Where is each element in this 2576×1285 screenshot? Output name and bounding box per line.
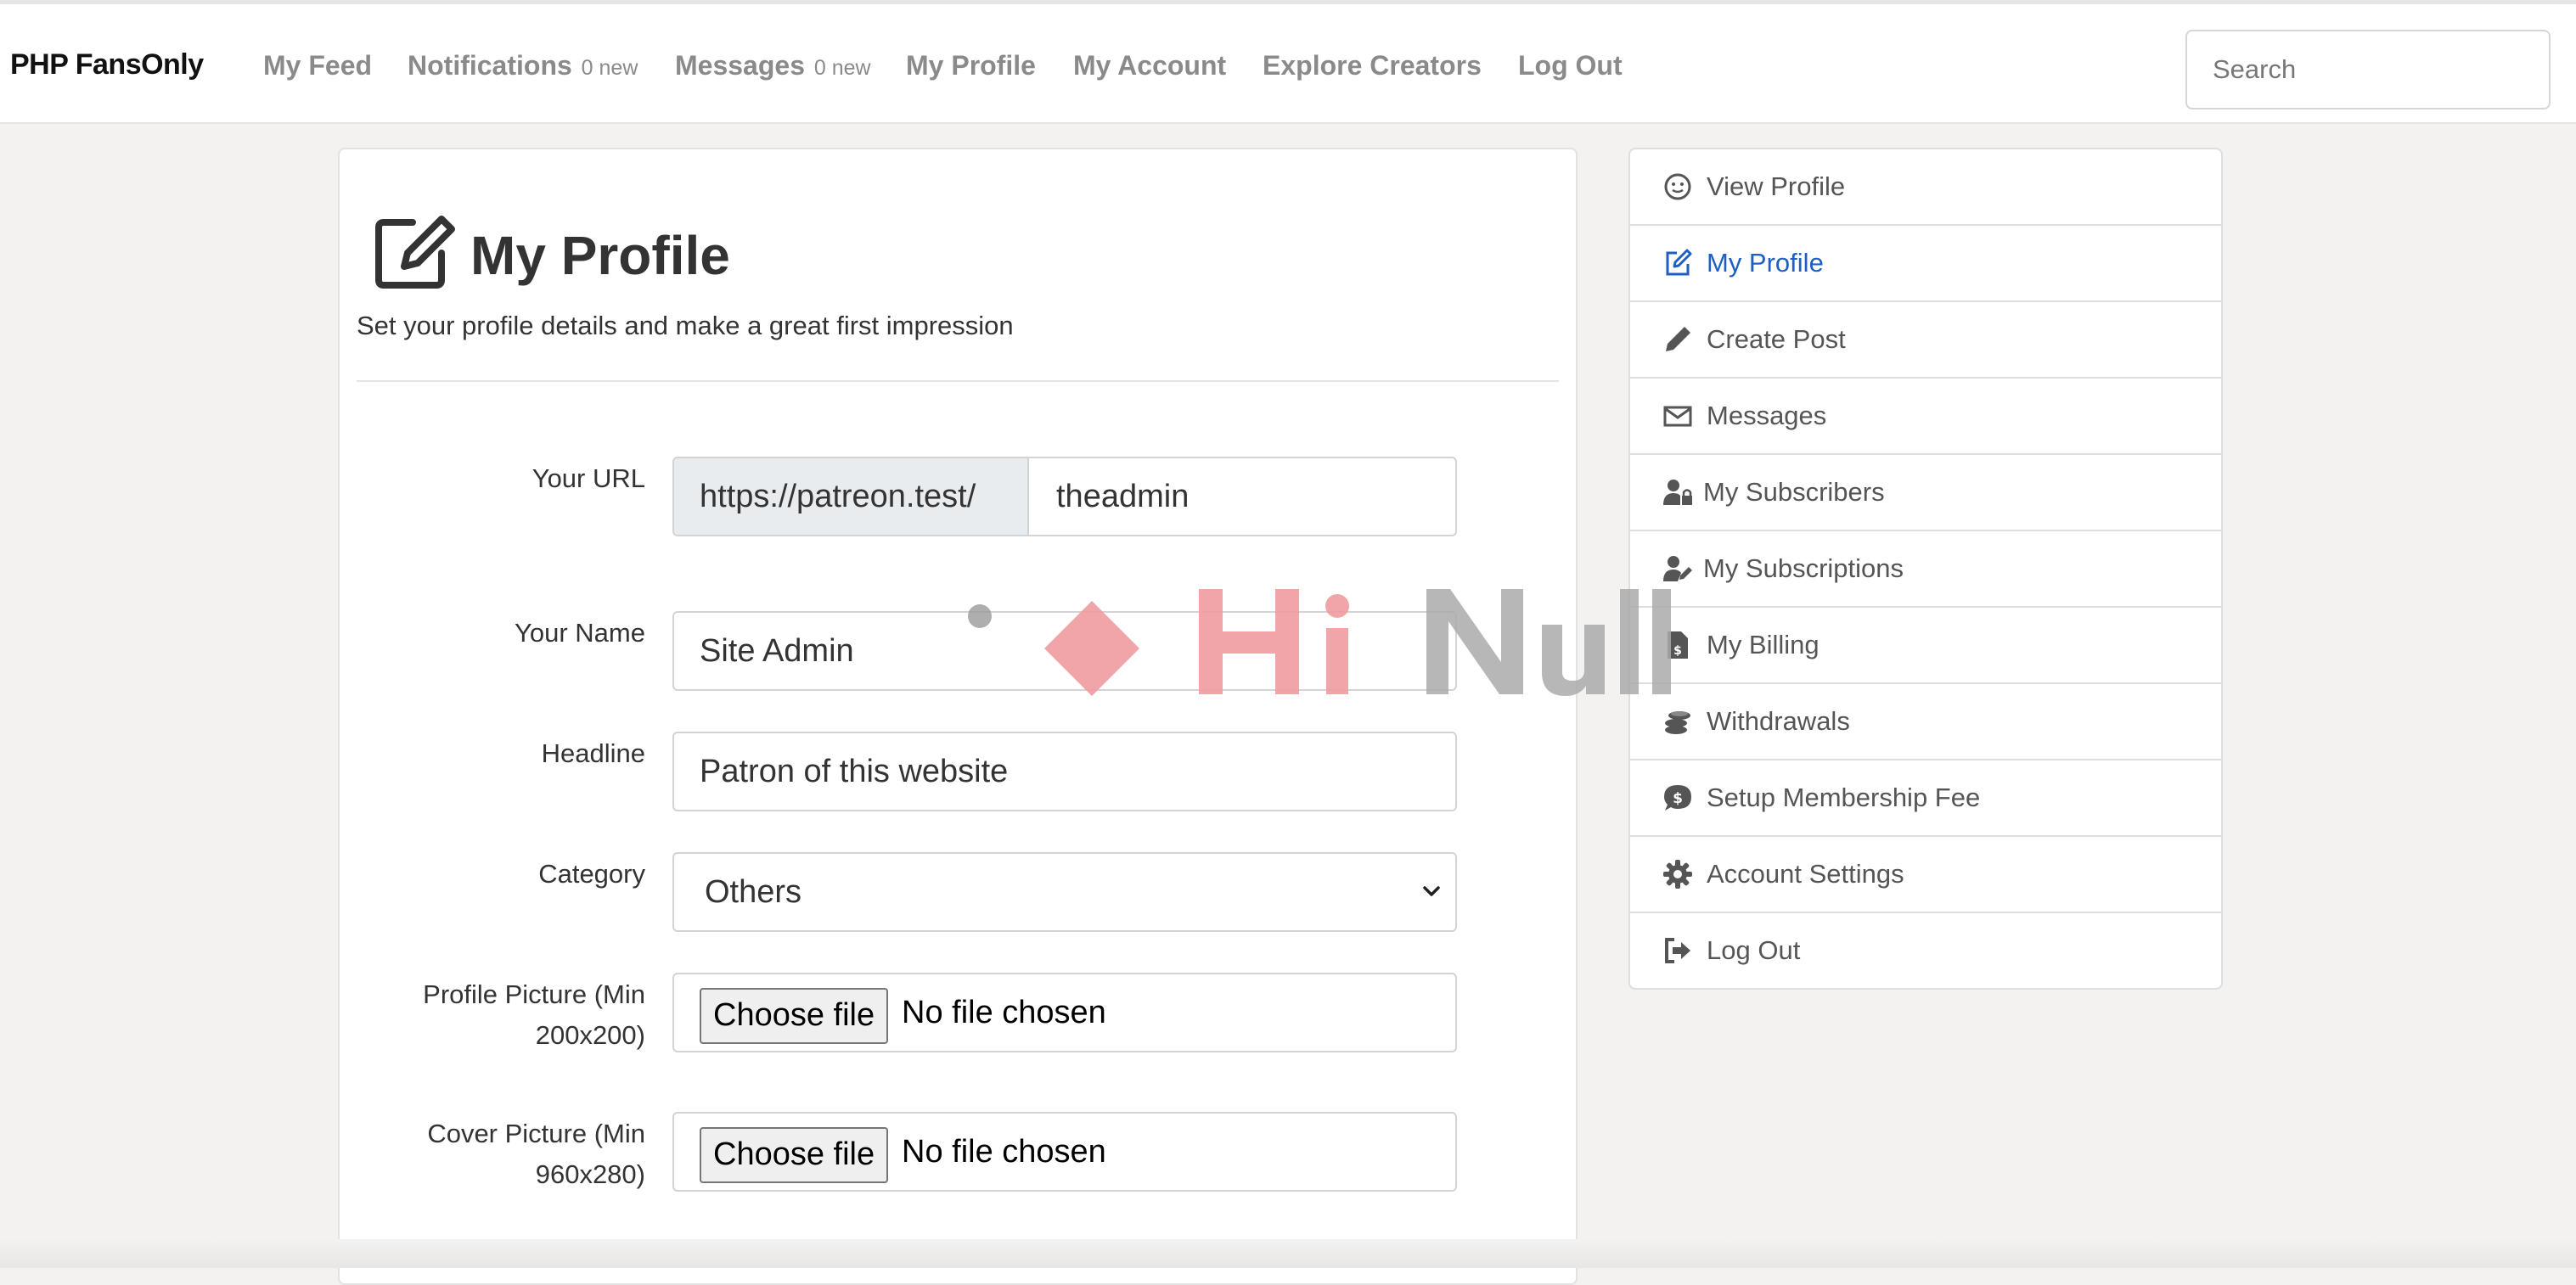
cover-picture-label-line2: 960x280) bbox=[535, 1159, 645, 1189]
url-prefix: https://patreon.test/ bbox=[674, 458, 1029, 535]
cover-picture-label: Cover Picture (Min 960x280) bbox=[340, 1114, 645, 1195]
sidebar-item-label: Withdrawals bbox=[1707, 706, 1850, 736]
choose-file-button[interactable]: Choose file bbox=[700, 1127, 889, 1183]
profile-picture-label-line1: Profile Picture (Min bbox=[423, 979, 645, 1009]
invoice-dollar-icon: $ bbox=[1668, 631, 1688, 659]
category-label: Category bbox=[538, 859, 645, 889]
page-title: My Profile bbox=[470, 225, 730, 286]
nav-label: Explore Creators bbox=[1263, 50, 1482, 81]
chevron-down-icon bbox=[1423, 886, 1440, 896]
divider bbox=[357, 380, 1559, 382]
nav-label: My Profile bbox=[906, 50, 1036, 81]
profile-picture-file-input: Choose file No file chosen bbox=[672, 973, 1457, 1052]
choose-file-button[interactable]: Choose file bbox=[700, 988, 889, 1044]
top-navbar: PHP FansOnly My Feed Notifications 0 new… bbox=[0, 0, 2576, 124]
gear-icon bbox=[1663, 860, 1692, 889]
user-lock-icon bbox=[1663, 480, 1692, 505]
sidebar-item-label: Messages bbox=[1707, 401, 1827, 430]
profile-card: My Profile Set your profile details and … bbox=[338, 148, 1578, 1285]
sidebar-item-label: Log Out bbox=[1707, 935, 1801, 965]
edit-square-icon bbox=[1666, 249, 1692, 276]
sidebar-item-label: My Profile bbox=[1707, 248, 1824, 278]
nav-log-out[interactable]: Log Out bbox=[1518, 50, 1623, 81]
cover-picture-label-line1: Cover Picture (Min bbox=[427, 1119, 645, 1148]
sidebar-item-account-settings[interactable]: Account Settings bbox=[1630, 837, 2221, 913]
sidebar-item-label: View Profile bbox=[1707, 171, 1846, 201]
headline-input[interactable]: Patron of this website bbox=[672, 732, 1457, 811]
sidebar-item-log-out[interactable]: Log Out bbox=[1630, 913, 2221, 988]
notification-count: 0 new bbox=[581, 56, 638, 80]
search-input[interactable] bbox=[2185, 30, 2551, 109]
category-select[interactable]: Others bbox=[672, 852, 1457, 932]
sidebar-item-label: My Subscribers bbox=[1703, 477, 1885, 507]
nav-my-feed[interactable]: My Feed bbox=[263, 50, 372, 81]
profile-picture-label-line2: 200x200) bbox=[535, 1020, 645, 1050]
name-input[interactable]: Site Admin bbox=[672, 611, 1457, 691]
file-status: No file chosen bbox=[902, 995, 1106, 1030]
profile-sidebar-menu: View Profile My Profile Create Post Mess… bbox=[1628, 148, 2223, 990]
sidebar-item-my-billing[interactable]: $ My Billing bbox=[1630, 608, 2221, 684]
nav-label: My Account bbox=[1073, 50, 1227, 81]
dollar-chat-icon: $ bbox=[1664, 785, 1691, 811]
page-bottom-fade bbox=[0, 1239, 2576, 1268]
sidebar-item-label: Create Post bbox=[1707, 324, 1846, 354]
message-count: 0 new bbox=[813, 56, 871, 80]
name-label: Your Name bbox=[515, 618, 645, 648]
sidebar-item-my-subscribers[interactable]: My Subscribers bbox=[1630, 455, 2221, 531]
nav-my-profile[interactable]: My Profile bbox=[906, 50, 1036, 81]
url-slug-input[interactable]: theadmin bbox=[1031, 458, 1455, 535]
sidebar-item-my-subscriptions[interactable]: My Subscriptions bbox=[1630, 531, 2221, 608]
edit-square-icon bbox=[375, 216, 455, 289]
sidebar-item-my-profile[interactable]: My Profile bbox=[1630, 226, 2221, 302]
sidebar-item-setup-membership-fee[interactable]: $ Setup Membership Fee bbox=[1630, 760, 2221, 837]
pencil-icon bbox=[1666, 327, 1690, 351]
user-edit-icon bbox=[1663, 556, 1692, 581]
nav-notifications[interactable]: Notifications 0 new bbox=[408, 50, 638, 81]
sidebar-item-label: My Subscriptions bbox=[1703, 553, 1904, 583]
envelope-icon bbox=[1663, 406, 1692, 427]
sign-out-icon bbox=[1665, 938, 1690, 963]
nav-my-account[interactable]: My Account bbox=[1073, 50, 1226, 81]
svg-text:$: $ bbox=[1673, 790, 1683, 807]
nav-explore-creators[interactable]: Explore Creators bbox=[1263, 50, 1482, 81]
sidebar-item-create-post[interactable]: Create Post bbox=[1630, 302, 2221, 379]
nav-messages[interactable]: Messages 0 new bbox=[675, 50, 871, 81]
profile-picture-label: Profile Picture (Min 200x200) bbox=[340, 974, 645, 1056]
page-subtitle: Set your profile details and make a grea… bbox=[357, 311, 1014, 340]
nav-label: Log Out bbox=[1518, 50, 1623, 81]
sidebar-item-withdrawals[interactable]: Withdrawals bbox=[1630, 684, 2221, 760]
svg-text:$: $ bbox=[1673, 644, 1682, 658]
coins-icon bbox=[1665, 711, 1690, 734]
sidebar-item-view-profile[interactable]: View Profile bbox=[1630, 149, 2221, 226]
cover-picture-file-input: Choose file No file chosen bbox=[672, 1112, 1457, 1192]
category-value: Others bbox=[705, 874, 802, 910]
url-label: Your URL bbox=[532, 463, 645, 493]
sidebar-item-label: Account Settings bbox=[1707, 859, 1904, 889]
sidebar-item-messages[interactable]: Messages bbox=[1630, 379, 2221, 455]
sidebar-item-label: My Billing bbox=[1707, 630, 1820, 659]
brand-logo[interactable]: PHP FansOnly bbox=[10, 48, 204, 81]
nav-label: Messages bbox=[675, 50, 805, 81]
url-input-group: https://patreon.test/ theadmin bbox=[672, 457, 1457, 536]
file-status: No file chosen bbox=[902, 1134, 1106, 1170]
nav-label: My Feed bbox=[263, 50, 373, 81]
sidebar-item-label: Setup Membership Fee bbox=[1707, 783, 1981, 812]
nav-label: Notifications bbox=[408, 50, 572, 81]
smiley-icon bbox=[1664, 173, 1691, 200]
headline-label: Headline bbox=[541, 738, 645, 768]
